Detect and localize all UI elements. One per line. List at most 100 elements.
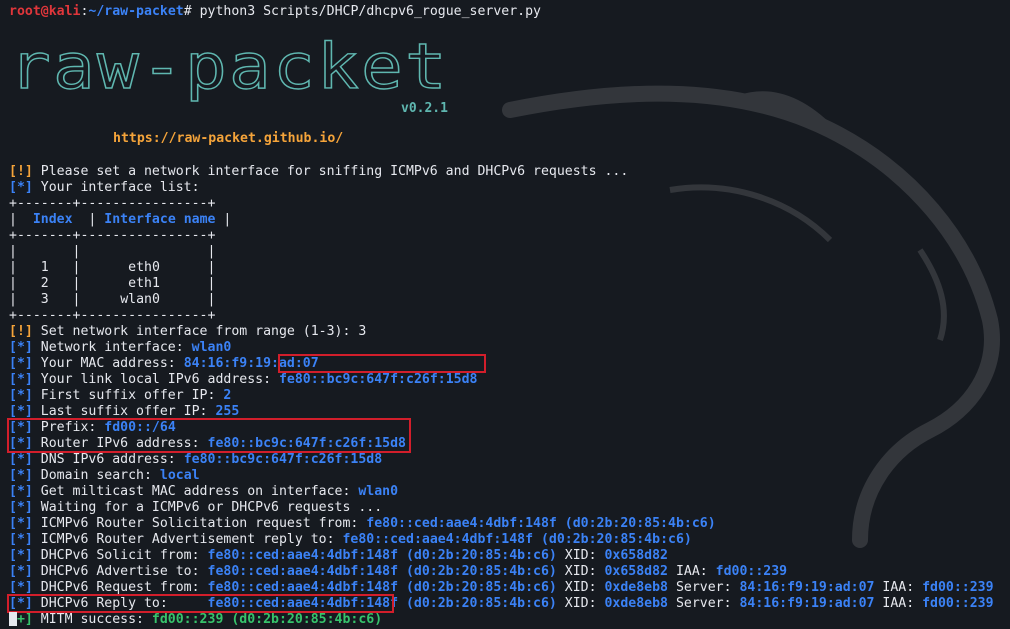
info-prefix: [*] — [9, 388, 33, 403]
log-value: 255 — [215, 404, 240, 419]
warn-prefix: [!] — [9, 164, 33, 179]
info-prefix: [*] — [9, 516, 33, 531]
log-line: [*] DNS IPv6 address: fe80::bc9c:647f:c2… — [9, 452, 1010, 468]
log-text: Please set a network interface for sniff… — [32, 164, 629, 179]
table-cell-index: 3 — [40, 292, 49, 307]
log-line: [*] Domain search: local — [9, 468, 1010, 484]
info-prefix: [*] — [9, 180, 33, 195]
log-text: Waiting for a ICMPv6 or DHCPv6 requests … — [32, 500, 383, 515]
log-line: [*] First suffix offer IP: 2 — [9, 388, 1010, 404]
log-label: Server: — [668, 596, 740, 611]
log-label: Your link local IPv6 address: — [32, 372, 279, 387]
log-label: IAA: — [874, 596, 923, 611]
log-line: [!] Set network interface from range (1-… — [9, 324, 1010, 340]
log-value: fe80::ced:aae4:4dbf:148f (d0:2b:20:85:4b… — [207, 580, 557, 595]
log-value: fe80::bc9c:647f:c26f:15d8 — [183, 452, 383, 467]
table-header-index: Index — [32, 212, 73, 227]
info-prefix: [*] — [9, 436, 33, 451]
log-value: fe80::bc9c:647f:c26f:15d8 — [207, 436, 407, 451]
table-row: | 3 | wlan0 | — [9, 292, 216, 307]
log-label: Prefix: — [32, 420, 105, 435]
info-prefix: [*] — [9, 484, 33, 499]
log-label: Network interface: — [32, 340, 192, 355]
log-line: [*] Last suffix offer IP: 255 — [9, 404, 1010, 420]
table-cell-name: wlan0 — [120, 292, 160, 307]
log-label: Server: — [668, 580, 740, 595]
log-line: [*] Your MAC address: 84:16:f9:19:ad:07 — [9, 356, 1010, 372]
info-prefix: [*] — [9, 500, 33, 515]
log-line: [*] Waiting for a ICMPv6 or DHCPv6 reque… — [9, 500, 1010, 516]
log-value: wlan0 — [191, 340, 232, 355]
info-prefix: [*] — [9, 580, 33, 595]
log-line: [*] DHCPv6 Request from: fe80::ced:aae4:… — [9, 580, 1010, 596]
log-line: [*] ICMPv6 Router Advertisement reply to… — [9, 532, 1010, 548]
raw-packet-logo: raw-packet v0.2.1 — [9, 29, 449, 116]
log-value: 0xde8eb8 — [604, 580, 669, 595]
logo-text: raw-packet — [9, 30, 449, 103]
log-value: 84:16:f9:19:ad:07 — [183, 356, 319, 371]
version-label: v0.2.1 — [401, 101, 448, 116]
terminal-cursor — [9, 612, 17, 626]
log-line: [*] Network interface: wlan0 — [9, 340, 1010, 356]
log-label: DNS IPv6 address: — [32, 452, 184, 467]
log-value: 0x658d82 — [604, 564, 669, 579]
terminal-output[interactable]: root@kali:~/raw-packet# python3 Scripts/… — [9, 4, 1010, 20]
log-value: wlan0 — [358, 484, 399, 499]
info-prefix: [*] — [9, 548, 33, 563]
log-value: fe80::bc9c:647f:c26f:15d8 — [278, 372, 478, 387]
log-value: fd00::/64 — [104, 420, 176, 435]
log-line: [*] DHCPv6 Solicit from: fe80::ced:aae4:… — [9, 548, 1010, 564]
project-url: https://raw-packet.github.io/ — [113, 131, 344, 146]
log-line: [*] Your interface list: — [9, 180, 1010, 196]
log-value: fd00::239 — [715, 564, 788, 579]
prompt-path: ~/raw-packet — [88, 4, 184, 19]
log-label: XID: — [556, 580, 605, 595]
log-value: 2 — [223, 388, 232, 403]
info-prefix: [*] — [9, 468, 33, 483]
log-label: First suffix offer IP: — [32, 388, 224, 403]
log-label: Get milticast MAC address on interface: — [32, 484, 359, 499]
warn-prefix: [!] — [9, 324, 33, 339]
log-label: Last suffix offer IP: — [32, 404, 216, 419]
log-value: fe80::ced:aae4:4dbf:148f (d0:2b:20:85:4b… — [207, 564, 557, 579]
log-value: 84:16:f9:19:ad:07 — [739, 596, 875, 611]
log-value: 0x658d82 — [604, 548, 669, 563]
log-label: XID: — [556, 548, 605, 563]
log-value: fe80::ced:aae4:4dbf:148f (d0:2b:20:85:4b… — [366, 516, 716, 531]
log-line: [*] Router IPv6 address: fe80::bc9c:647f… — [9, 436, 1010, 452]
log-label: IAA: — [668, 564, 716, 579]
log-line: [*] Get milticast MAC address on interfa… — [9, 484, 1010, 500]
log-value: fd00::239 — [922, 580, 994, 595]
prompt-user-host: root@kali — [9, 4, 81, 19]
log-label: DHCPv6 Solicit from: — [32, 548, 208, 563]
log-line: [+] MITM success: fd00::239 (d0:2b:20:85… — [9, 612, 1010, 628]
log-value: fd00::239 (d0:2b:20:85:4b:c6) — [151, 612, 383, 627]
info-prefix: [*] — [9, 596, 33, 611]
prompt-symbol: # — [183, 4, 200, 19]
table-border: +-------+----------------+ — [9, 196, 216, 211]
log-line: [*] Prefix: fd00::/64 — [9, 420, 1010, 436]
info-prefix: [*] — [9, 532, 33, 547]
info-prefix: [*] — [9, 452, 33, 467]
shell-prompt-line: root@kali:~/raw-packet# python3 Scripts/… — [9, 4, 1010, 20]
log-label: XID: — [556, 596, 605, 611]
table-row: | 2 | eth1 | — [9, 276, 216, 291]
table-cell-name: eth1 — [128, 276, 160, 291]
log-label: DHCPv6 Advertise to: — [32, 564, 208, 579]
info-prefix: [*] — [9, 404, 33, 419]
log-value: fe80::ced:aae4:4dbf:148f (d0:2b:20:85:4b… — [207, 596, 557, 611]
log-value: fe80::ced:aae4:4dbf:148f (d0:2b:20:85:4b… — [342, 532, 692, 547]
log-value: 0xde8eb8 — [604, 596, 669, 611]
log-label: Domain search: — [32, 468, 160, 483]
log-label: ICMPv6 Router Solicitation request from: — [32, 516, 367, 531]
info-prefix: [*] — [9, 420, 33, 435]
info-prefix: [*] — [9, 340, 33, 355]
info-prefix: [*] — [9, 564, 33, 579]
info-prefix: [*] — [9, 372, 33, 387]
log-line: [*] Your link local IPv6 address: fe80::… — [9, 372, 1010, 388]
log-line: [*] DHCPv6 Advertise to: fe80::ced:aae4:… — [9, 564, 1010, 580]
table-cell-index: 2 — [40, 276, 49, 291]
terminal-body: [!] Please set a network interface for s… — [9, 164, 1010, 628]
table-border: +-------+----------------+ — [9, 308, 216, 323]
table-header-row: | Index | Interface name | — [9, 212, 232, 227]
